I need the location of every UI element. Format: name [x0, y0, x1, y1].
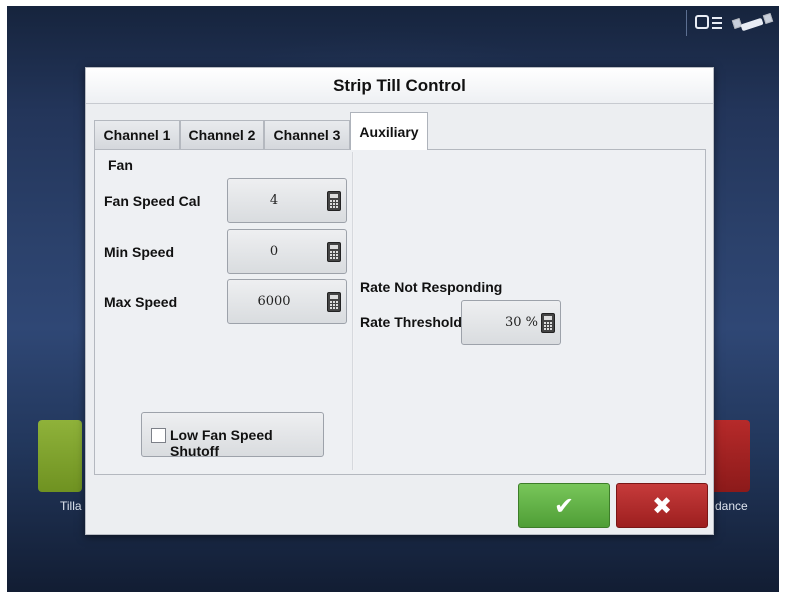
gps-satellite-icon[interactable]: [731, 12, 774, 33]
tab-channel-2[interactable]: Channel 2: [180, 120, 264, 150]
rate-threshold-label: Rate Threshold: [360, 314, 462, 330]
auxiliary-panel: Fan Fan Speed Cal 4 Min Speed 0 Max Spee…: [94, 149, 706, 475]
rate-threshold-field[interactable]: 30 %: [461, 300, 561, 345]
cancel-button[interactable]: ✖: [616, 483, 708, 528]
fan-section-title: Fan: [108, 157, 133, 173]
min-speed-value: 0: [269, 244, 279, 259]
display-icon[interactable]: [695, 13, 727, 33]
calculator-icon: [327, 242, 341, 262]
max-speed-value: 6000: [257, 294, 291, 309]
min-speed-field[interactable]: 0: [227, 229, 347, 274]
strip-till-control-dialog: Strip Till Control Channel 1 Channel 2 C…: [85, 67, 714, 535]
guidance-app-label: dance: [715, 499, 748, 513]
low-fan-speed-shutoff-checkbox[interactable]: [151, 428, 166, 443]
fan-speed-cal-field[interactable]: 4: [227, 178, 347, 223]
calculator-icon: [327, 191, 341, 211]
checkmark-icon: ✔: [553, 492, 575, 520]
max-speed-field[interactable]: 6000: [227, 279, 347, 324]
tab-channel-1[interactable]: Channel 1: [94, 120, 180, 150]
panel-divider: [352, 152, 354, 470]
min-speed-label: Min Speed: [104, 244, 175, 260]
low-fan-speed-shutoff-label: Low Fan Speed Shutoff: [170, 427, 273, 459]
tab-channel-3[interactable]: Channel 3: [264, 120, 350, 150]
tillage-app-label: Tilla: [60, 499, 82, 513]
tab-auxiliary[interactable]: Auxiliary: [350, 112, 428, 150]
low-fan-speed-shutoff-toggle[interactable]: Low Fan Speed Shutoff: [141, 412, 324, 459]
rate-threshold-value: 30 %: [504, 315, 538, 330]
fan-speed-cal-label: Fan Speed Cal: [104, 193, 201, 209]
tillage-app-tile[interactable]: [38, 420, 82, 492]
close-icon: ✖: [651, 492, 673, 520]
tab-bar: Channel 1 Channel 2 Channel 3 Auxiliary: [94, 112, 706, 150]
calculator-icon: [327, 292, 341, 312]
max-speed-label: Max Speed: [104, 294, 178, 310]
fan-speed-cal-value: 4: [269, 193, 279, 208]
dialog-title: Strip Till Control: [86, 68, 713, 104]
rate-not-responding-title: Rate Not Responding: [360, 279, 503, 295]
calculator-icon: [541, 313, 555, 333]
ok-button[interactable]: ✔: [518, 483, 610, 528]
status-bar: [686, 10, 774, 36]
